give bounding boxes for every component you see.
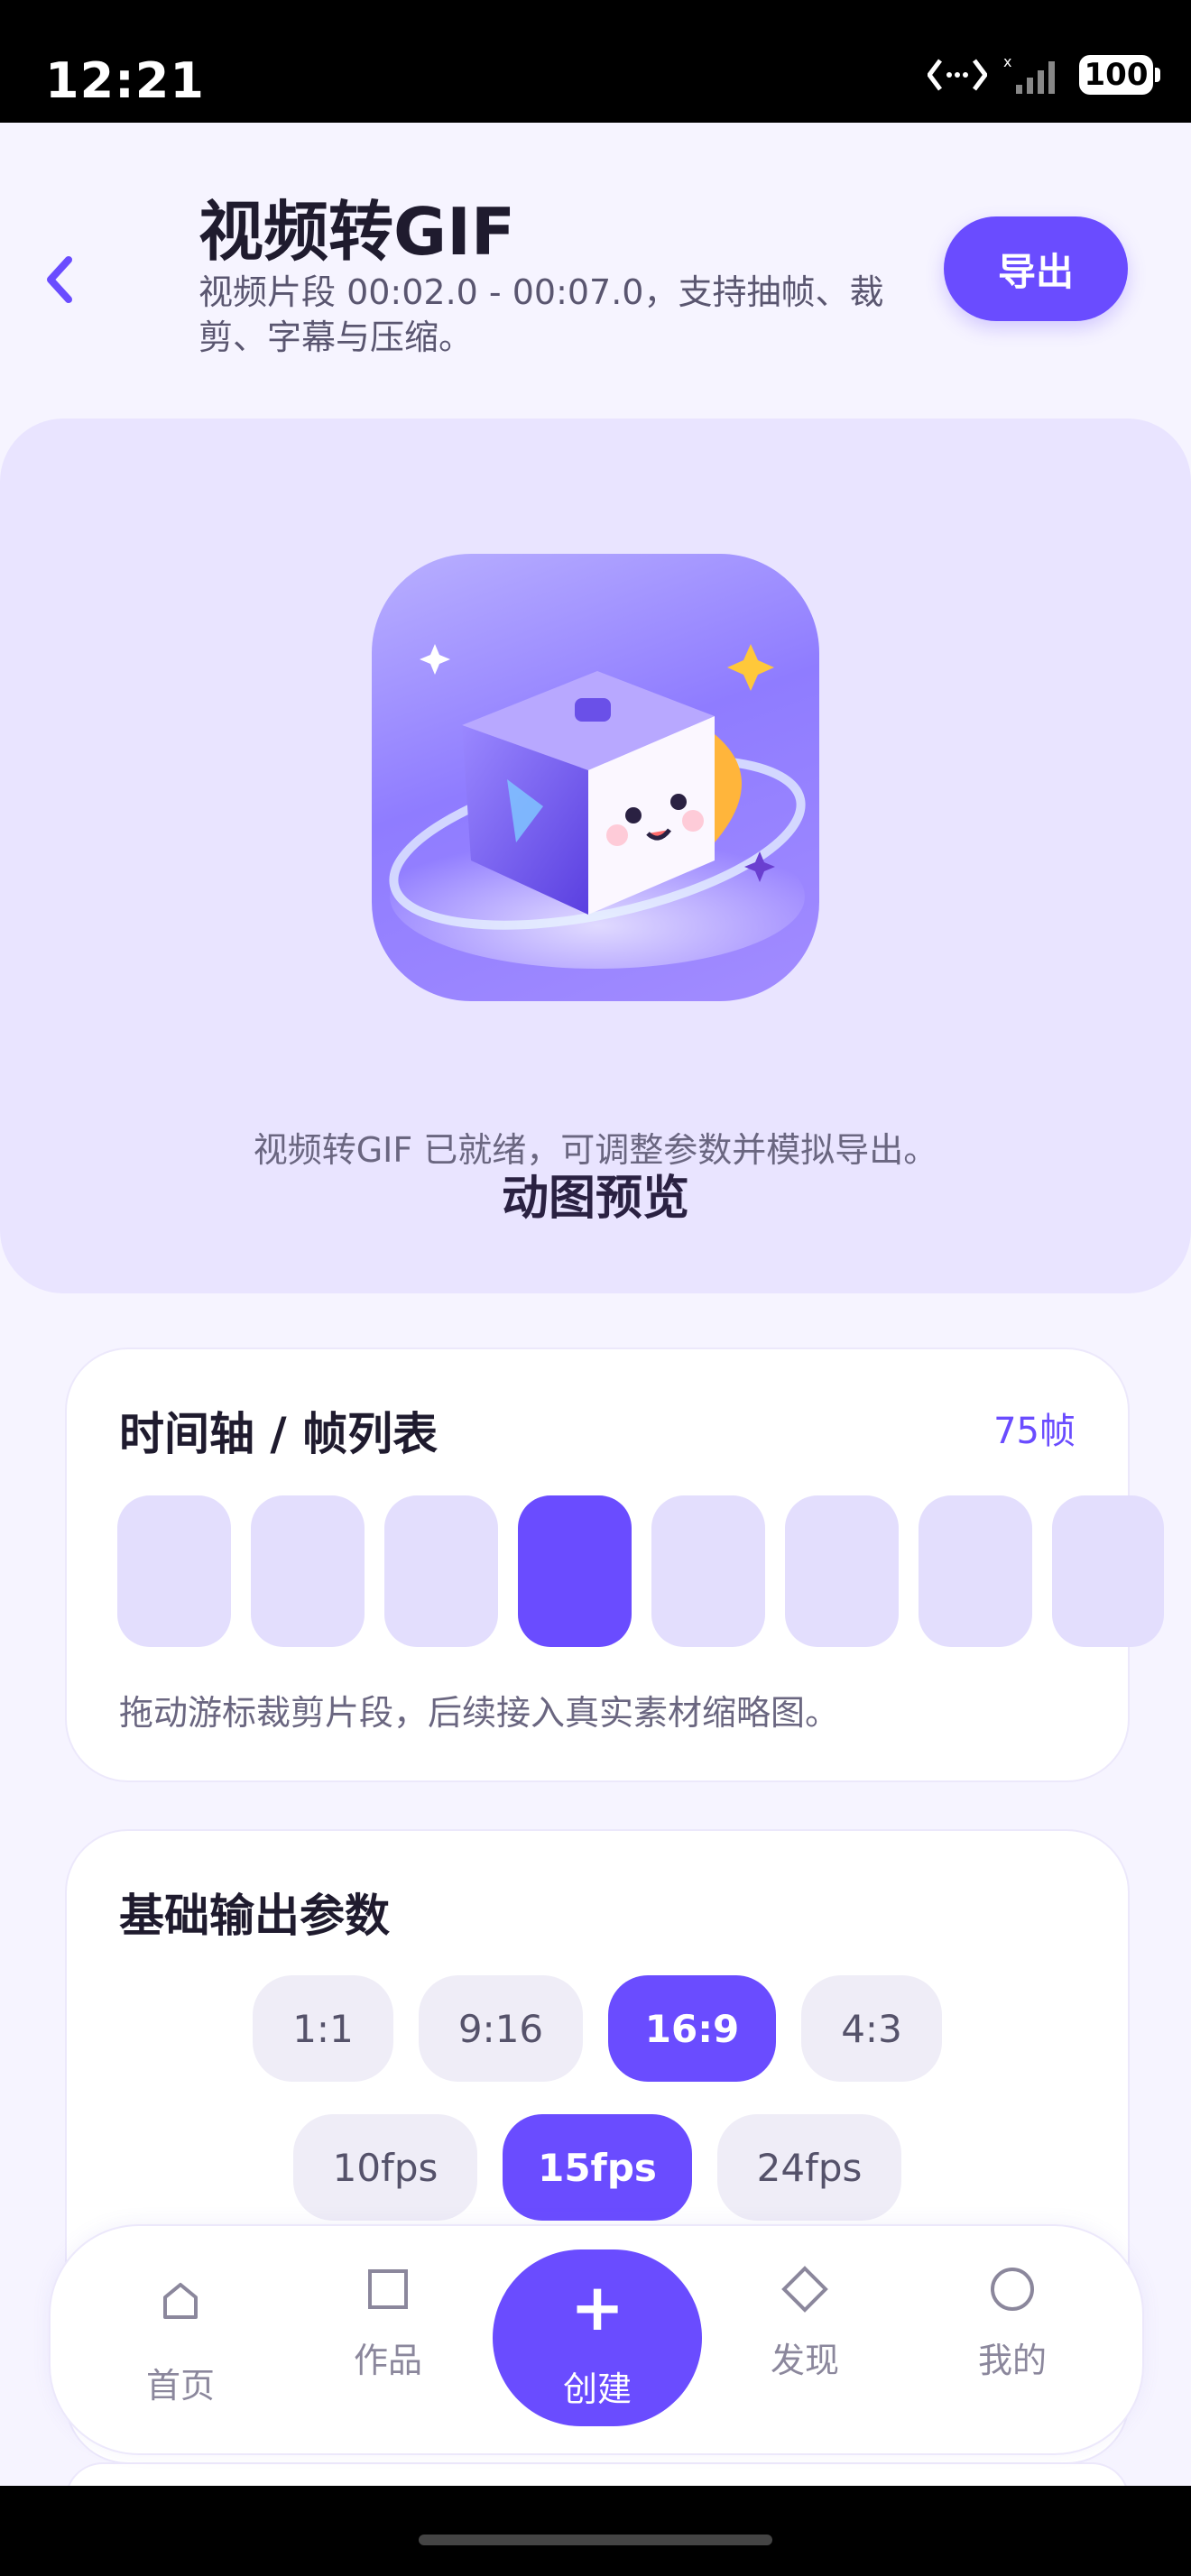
plus-icon: + bbox=[569, 2269, 625, 2345]
status-icons: x 100 bbox=[928, 54, 1160, 96]
back-button[interactable] bbox=[36, 249, 90, 321]
preview-description: 视频转GIF 已就绪，可调整参数并模拟导出。 bbox=[253, 1130, 938, 1170]
timeline-card: 时间轴 / 帧列表 75帧 拖动游标裁剪片段，后续接入真实素材缩略图。 bbox=[65, 1348, 1164, 1782]
frame-thumb[interactable] bbox=[785, 1495, 899, 1647]
status-bar: 12:21 x 100 bbox=[0, 0, 1191, 123]
system-nav-bar bbox=[0, 2486, 1191, 2576]
chevron-left-icon bbox=[47, 256, 72, 303]
aspect-chip-1-1[interactable]: 1:1 bbox=[253, 1975, 393, 2082]
fps-chip-24[interactable]: 24fps bbox=[717, 2114, 901, 2221]
tab-me-label: 我的 bbox=[977, 2341, 1047, 2380]
bottom-tab-bar: 首页 作品 + 创建 发现 我的 bbox=[49, 2224, 1144, 2455]
signal-icon: x bbox=[1003, 54, 1055, 94]
cube-mascot-icon bbox=[389, 644, 806, 969]
svg-text:x: x bbox=[1003, 54, 1011, 70]
tab-home[interactable]: 首页 bbox=[99, 2226, 262, 2453]
timeline-title: 时间轴 / 帧列表 bbox=[119, 1408, 439, 1460]
frame-thumb[interactable] bbox=[919, 1495, 1032, 1647]
tab-home-label: 首页 bbox=[145, 2366, 215, 2406]
home-indicator[interactable] bbox=[419, 2535, 772, 2545]
frame-thumb-selected[interactable] bbox=[518, 1495, 632, 1647]
frame-thumb[interactable] bbox=[384, 1495, 498, 1647]
create-button[interactable]: + 创建 bbox=[493, 2249, 702, 2426]
diamond-icon bbox=[781, 2266, 828, 2313]
tab-works-label: 作品 bbox=[353, 2341, 422, 2380]
preview-illustration bbox=[372, 554, 819, 1001]
home-icon bbox=[163, 2283, 198, 2319]
tab-discover[interactable]: 发现 bbox=[724, 2226, 886, 2453]
export-button[interactable]: 导出 bbox=[944, 216, 1128, 321]
aspect-chip-4-3[interactable]: 4:3 bbox=[801, 1975, 942, 2082]
timeline-note: 拖动游标裁剪片段，后续接入真实素材缩略图。 bbox=[119, 1693, 840, 1733]
aspect-chip-16-9[interactable]: 16:9 bbox=[608, 1975, 776, 2082]
fps-group: 10fps 15fps 24fps bbox=[67, 2114, 1128, 2221]
tab-me[interactable]: 我的 bbox=[931, 2226, 1094, 2453]
page-title: 视频转GIF bbox=[198, 194, 516, 270]
frame-thumb[interactable] bbox=[117, 1495, 231, 1647]
aspect-chip-9-16[interactable]: 9:16 bbox=[419, 1975, 583, 2082]
create-label: 创建 bbox=[562, 2369, 632, 2409]
aspect-ratio-group: 1:1 9:16 16:9 4:3 bbox=[67, 1975, 1128, 2082]
fps-chip-15[interactable]: 15fps bbox=[503, 2114, 692, 2221]
circle-icon bbox=[991, 2268, 1034, 2311]
frame-thumb[interactable] bbox=[251, 1495, 365, 1647]
tab-discover-label: 发现 bbox=[770, 2341, 839, 2380]
tab-works[interactable]: 作品 bbox=[307, 2226, 469, 2453]
page-subtitle: 视频片段 00:02.0 - 00:07.0，支持抽帧、裁剪、字幕与压缩。 bbox=[198, 272, 884, 357]
frame-thumb[interactable] bbox=[651, 1495, 765, 1647]
next-card bbox=[65, 2462, 1130, 2486]
fps-chip-10[interactable]: 10fps bbox=[293, 2114, 477, 2221]
nfc-icon bbox=[928, 59, 987, 91]
frame-count: 75帧 bbox=[993, 1411, 1076, 1452]
frame-thumb[interactable] bbox=[1052, 1495, 1164, 1647]
battery-indicator: 100 bbox=[1079, 55, 1160, 95]
params-title: 基础输出参数 bbox=[119, 1890, 390, 1942]
frame-list[interactable] bbox=[117, 1495, 1164, 1647]
square-icon bbox=[368, 2269, 408, 2309]
app-screen: 视频转GIF 视频片段 00:02.0 - 00:07.0，支持抽帧、裁剪、字幕… bbox=[0, 123, 1191, 2486]
status-time: 12:21 bbox=[45, 52, 205, 109]
